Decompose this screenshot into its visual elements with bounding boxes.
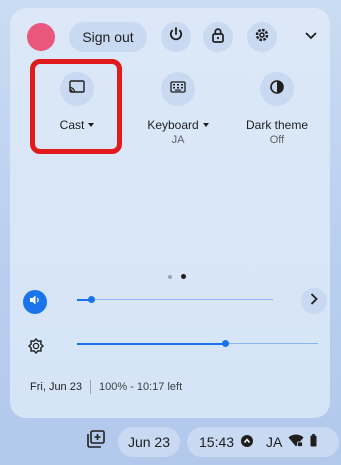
- page-indicator: [168, 274, 186, 279]
- lock-button[interactable]: [203, 22, 233, 52]
- page-dot-active[interactable]: [181, 274, 186, 279]
- battery-status[interactable]: 100% - 10:17 left: [99, 381, 182, 393]
- volume-mute-button[interactable]: [23, 290, 47, 314]
- dark-theme-tile[interactable]: Dark theme Off: [232, 72, 322, 146]
- page-dot[interactable]: [168, 274, 172, 279]
- keyboard-label: Keyboard: [147, 118, 199, 132]
- keyboard-sublabel: JA: [171, 134, 185, 146]
- avatar[interactable]: [27, 23, 55, 51]
- chevron-right-icon: [310, 292, 318, 310]
- ime-indicator: JA: [266, 434, 283, 450]
- status-area-button[interactable]: 15:43 JA: [187, 427, 339, 457]
- shelf-time: 15:43: [199, 434, 235, 450]
- keyboard-toggle[interactable]: [161, 72, 195, 106]
- chevron-down-icon: [305, 27, 317, 45]
- brightness-icon: [28, 338, 44, 354]
- sign-out-button[interactable]: Sign out: [69, 22, 147, 52]
- keyboard-caret-icon: [202, 123, 209, 127]
- keyboard-label-row[interactable]: Keyboard: [133, 118, 223, 132]
- dark-theme-toggle[interactable]: [260, 72, 294, 106]
- dark-theme-label-row[interactable]: Dark theme: [232, 118, 322, 132]
- keyboard-icon: [170, 80, 186, 98]
- shelf-date-button[interactable]: Jun 23: [118, 427, 180, 457]
- brightness-slider-thumb[interactable]: [222, 340, 229, 347]
- date-label[interactable]: Fri, Jun 23: [30, 381, 82, 393]
- volume-icon: [29, 293, 41, 311]
- settings-button[interactable]: [247, 22, 277, 52]
- separator: [89, 380, 91, 394]
- gear-icon: [254, 27, 270, 48]
- cast-highlight-box: [30, 59, 122, 154]
- audio-settings-button[interactable]: [301, 288, 327, 314]
- quick-settings-header: Sign out: [10, 8, 330, 64]
- wifi-icon: [288, 434, 304, 450]
- quick-settings-panel: Sign out Cast Keyboard JA Dark theme Off…: [10, 8, 330, 418]
- keyboard-tile[interactable]: Keyboard JA: [133, 72, 223, 146]
- brightness-slider-fill: [77, 343, 226, 345]
- dark-theme-label: Dark theme: [245, 118, 309, 132]
- power-button[interactable]: [161, 22, 191, 52]
- date-battery-status: Fri, Jun 23 100% - 10:17 left: [30, 380, 182, 394]
- power-icon: [168, 26, 184, 48]
- brightness-slider-track[interactable]: [226, 343, 318, 344]
- lock-icon: [211, 27, 225, 48]
- battery-icon: [310, 434, 317, 450]
- collapse-button[interactable]: [302, 27, 320, 45]
- volume-slider-thumb[interactable]: [88, 296, 95, 303]
- dark-theme-icon: [269, 79, 285, 100]
- volume-slider-track[interactable]: [90, 299, 273, 300]
- do-not-disturb-icon: [240, 434, 254, 451]
- shelf-date: Jun 23: [127, 434, 171, 450]
- dark-theme-sublabel: Off: [269, 134, 285, 146]
- screen-capture-icon: [87, 429, 105, 453]
- screen-capture-button[interactable]: [82, 427, 110, 455]
